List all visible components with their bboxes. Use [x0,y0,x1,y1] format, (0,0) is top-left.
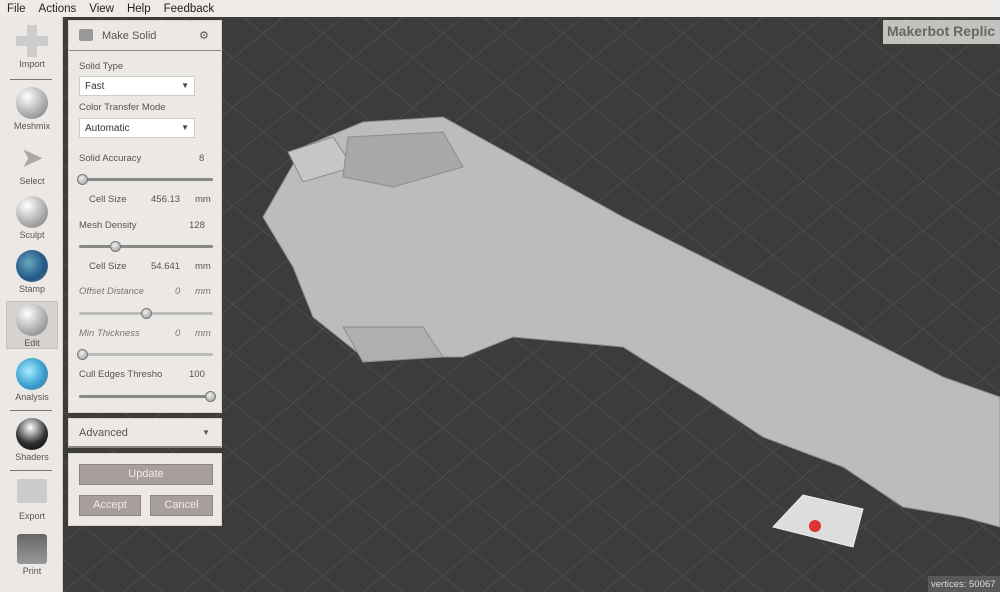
make-solid-panel: Make Solid ⚙ Solid Type Fast Color Trans… [68,20,222,413]
tool-print[interactable]: Print [6,534,58,576]
unit-label: mm [195,328,211,339]
menu-bar: File Actions View Help Feedback [0,0,1000,17]
update-button[interactable]: Update [79,464,213,485]
cancel-button[interactable]: Cancel [150,495,213,516]
tool-stamp[interactable]: Stamp [6,250,58,294]
mesh-density-label: Mesh Density [79,220,137,231]
panel-title: Make Solid [102,30,157,42]
menu-view[interactable]: View [82,3,120,15]
stamp-icon [16,250,48,282]
sculpt-brush-icon [16,196,48,228]
slider-knob[interactable] [110,241,122,252]
color-mode-label: Color Transfer Mode [79,102,166,113]
action-panel: Update Accept Cancel [68,453,222,526]
solid-accuracy-label: Solid Accuracy [79,153,142,164]
divider [10,410,52,411]
slider-knob[interactable] [205,391,217,402]
analysis-icon [16,358,48,390]
tool-edit[interactable]: Edit [6,301,58,349]
solid-accuracy-value: 8 [199,153,205,164]
mesh-model [262,116,1000,528]
offset-distance-slider[interactable] [79,308,213,319]
slider-knob[interactable] [76,174,88,185]
tool-meshmix[interactable]: Meshmix [6,87,58,131]
export-icon [17,479,47,503]
unit-label: mm [195,261,211,272]
advanced-label: Advanced [79,427,128,439]
edit-icon [16,304,48,336]
print-icon [17,534,47,564]
color-mode-select[interactable]: Automatic [79,118,195,138]
min-thickness-slider[interactable] [76,349,213,360]
tool-import[interactable]: Import [6,25,58,69]
mesh-density-value: 128 [189,220,205,231]
chevron-down-icon[interactable]: ▼ [202,428,210,437]
tool-analysis[interactable]: Analysis [6,358,58,402]
tool-select[interactable]: ➤ Select [6,142,58,186]
slider-knob[interactable] [76,349,88,360]
cell-size-value: 54.641 [151,261,181,272]
gear-icon[interactable]: ⚙ [199,29,209,42]
unit-label: mm [195,286,211,297]
cell-size-label: Cell Size [89,194,127,205]
meshmix-icon [16,87,48,119]
cube-icon [79,29,93,41]
tool-shaders[interactable]: Shaders [6,418,58,462]
shaders-sphere-icon [16,418,48,450]
cull-edges-label: Cull Edges Thresho [79,369,163,380]
unit-label: mm [195,194,211,205]
cull-edges-value: 100 [189,369,205,380]
menu-file[interactable]: File [0,3,32,15]
accept-button[interactable]: Accept [79,495,141,516]
solid-type-select[interactable]: Fast [79,76,195,96]
divider [10,79,52,80]
vertex-count: vertices: 50067 [928,576,1000,592]
advanced-section[interactable]: Advanced ▼ [68,418,222,448]
select-arrow-icon: ➤ [20,142,44,173]
left-toolbar: Import Meshmix ➤ Select Sculpt Stamp Edit… [0,17,63,592]
offset-distance-value: 0 [175,286,181,297]
min-thickness-label: Min Thickness [79,328,140,339]
plus-icon [16,25,48,57]
slider-knob[interactable] [141,308,152,319]
offset-distance-label: Offset Distance [79,286,144,297]
divider [69,50,221,51]
tool-export[interactable]: Export [6,479,58,521]
solid-accuracy-slider[interactable] [76,174,213,185]
min-thickness-value: 0 [175,328,181,339]
menu-help[interactable]: Help [120,3,157,15]
cell-size-label: Cell Size [89,261,127,272]
menu-feedback[interactable]: Feedback [157,3,221,15]
printer-badge[interactable]: Makerbot Replic [883,20,1000,44]
tool-sculpt[interactable]: Sculpt [6,196,58,240]
cell-size-value: 456.13 [151,194,181,205]
cull-edges-slider[interactable] [79,391,217,402]
mesh-density-slider[interactable] [79,241,213,252]
divider [10,470,52,471]
menu-actions[interactable]: Actions [32,3,83,15]
solid-type-label: Solid Type [79,61,124,72]
